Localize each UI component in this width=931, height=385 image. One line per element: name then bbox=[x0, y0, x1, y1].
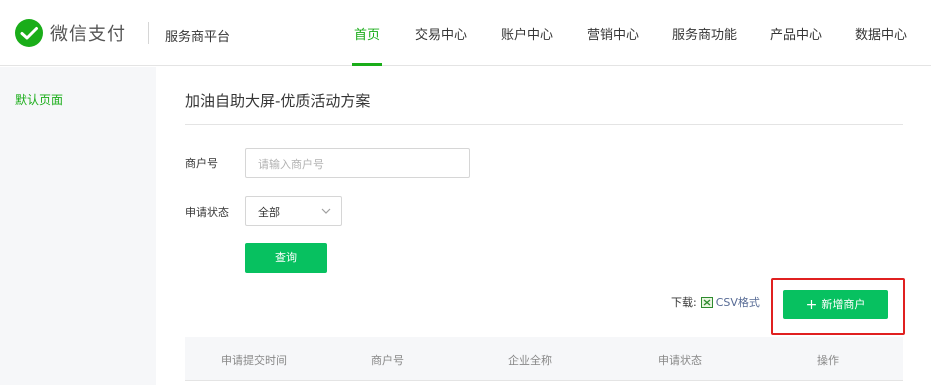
status-label: 申请状态 bbox=[185, 206, 229, 219]
nav-item-products[interactable]: 产品中心 bbox=[770, 24, 822, 43]
download-label: 下载: bbox=[671, 296, 697, 309]
chevron-down-icon bbox=[321, 208, 331, 214]
plus-icon: + bbox=[805, 297, 818, 313]
active-nav-indicator bbox=[352, 63, 382, 66]
sidebar-item-default-page[interactable]: 默认页面 bbox=[15, 91, 63, 108]
status-select-value: 全部 bbox=[258, 206, 280, 219]
table-header: 申请提交时间 商户号 企业全称 申请状态 操作 bbox=[185, 337, 903, 381]
page-title: 加油自助大屏-优质活动方案 bbox=[185, 92, 371, 110]
wechat-pay-logo[interactable]: 微信支付 bbox=[14, 18, 126, 48]
wechat-pay-logo-icon bbox=[15, 19, 43, 47]
merchant-id-placeholder: 请输入商户号 bbox=[258, 158, 324, 171]
status-select[interactable]: 全部 bbox=[245, 196, 342, 226]
merchant-id-input[interactable]: 请输入商户号 bbox=[245, 148, 470, 178]
excel-file-icon bbox=[700, 296, 713, 308]
nav-item-account[interactable]: 账户中心 bbox=[501, 24, 553, 43]
platform-name: 服务商平台 bbox=[165, 30, 231, 45]
nav-item-data[interactable]: 数据中心 bbox=[855, 24, 907, 43]
column-header-status: 申请状态 bbox=[658, 354, 702, 367]
top-navigation-bar: 微信支付 服务商平台 首页 交易中心 账户中心 营销中心 服务商功能 产品中心 … bbox=[0, 0, 931, 66]
csv-download-link[interactable]: CSV格式 bbox=[716, 294, 760, 310]
logo-text: 微信支付 bbox=[50, 24, 126, 45]
download-bar: 下载: CSV格式 bbox=[671, 294, 760, 310]
query-button[interactable]: 查询 bbox=[245, 243, 327, 273]
title-divider bbox=[185, 124, 903, 125]
sidebar: 默认页面 bbox=[0, 67, 156, 385]
column-header-company-name: 企业全称 bbox=[508, 354, 552, 367]
column-header-actions: 操作 bbox=[817, 354, 839, 367]
nav-item-transactions[interactable]: 交易中心 bbox=[415, 24, 467, 43]
nav-item-marketing[interactable]: 营销中心 bbox=[587, 24, 639, 43]
nav-item-home[interactable]: 首页 bbox=[354, 24, 380, 43]
merchant-id-label: 商户号 bbox=[185, 157, 218, 170]
add-merchant-button[interactable]: + 新增商户 bbox=[783, 290, 888, 319]
column-header-merchant-id: 商户号 bbox=[371, 354, 404, 367]
nav-item-provider-functions[interactable]: 服务商功能 bbox=[672, 24, 737, 43]
column-header-submit-time: 申请提交时间 bbox=[221, 354, 287, 367]
add-merchant-label: 新增商户 bbox=[821, 298, 866, 311]
logo-divider bbox=[148, 22, 149, 44]
